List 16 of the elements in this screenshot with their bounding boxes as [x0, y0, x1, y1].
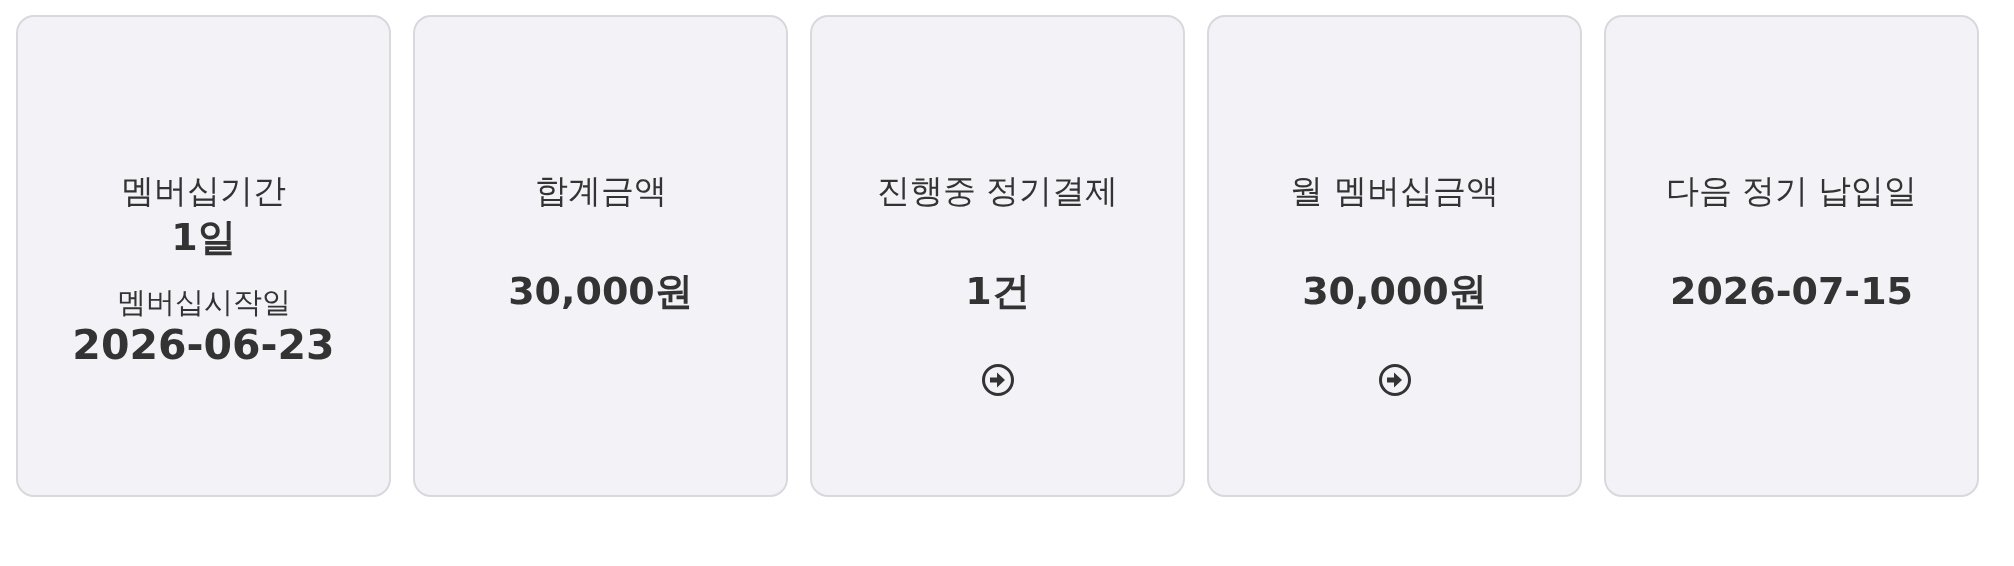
card-title: 멤버십기간: [121, 170, 286, 212]
card-label: 멤버십시작일: [116, 284, 291, 321]
card-title: 합계금액: [534, 170, 667, 212]
card-value: 2026-07-15: [1669, 268, 1914, 315]
card-value: 30,000원: [508, 268, 693, 315]
go-button[interactable]: [1377, 363, 1412, 397]
card-title: 다음 정기 납입일: [1665, 170, 1918, 212]
arrow-circle-icon: [980, 363, 1015, 397]
card-title: 월 멤버십금액: [1290, 170, 1499, 212]
go-button[interactable]: [980, 363, 1015, 397]
card-value: 1일: [171, 214, 236, 261]
card-title: 진행중 정기결제: [876, 170, 1119, 212]
card-date: 2026-06-23: [72, 321, 335, 369]
card-value: 1건: [965, 268, 1030, 315]
card-value: 30,000원: [1302, 268, 1487, 315]
arrow-circle-icon: [1377, 363, 1412, 397]
